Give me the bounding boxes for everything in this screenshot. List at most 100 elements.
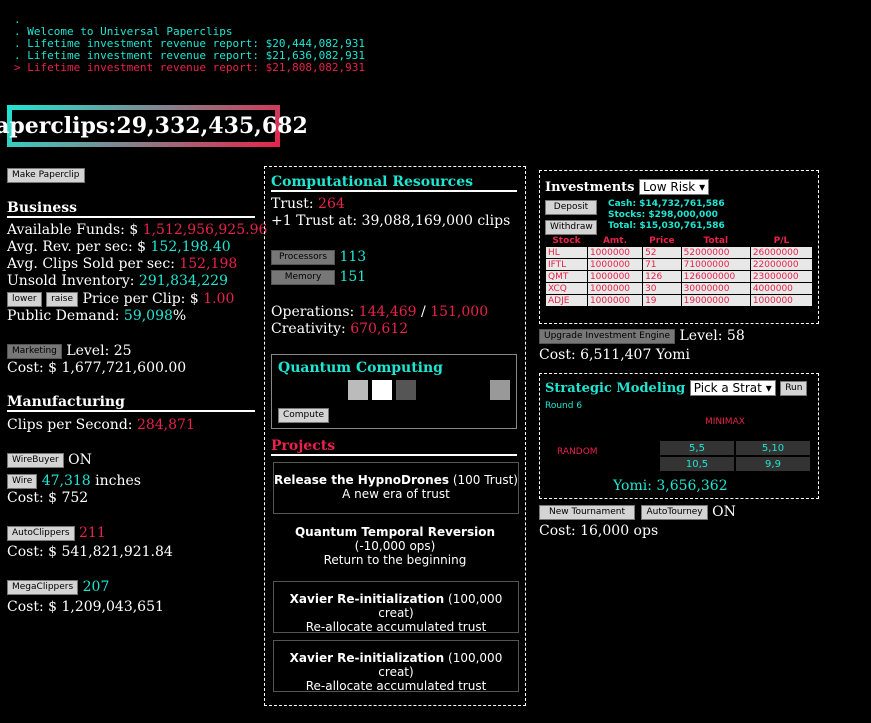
megaclippers-count: 207: [82, 579, 110, 595]
risk-select[interactable]: Low Risk ▾: [638, 179, 710, 195]
creativity-value: 670,612: [350, 321, 409, 337]
random-label: RANDOM: [557, 447, 598, 457]
price-row: lower raise Price per Clip: $ 1.00: [7, 291, 234, 307]
upgrade-cost: Cost: 6,511,407 Yomi: [539, 347, 691, 363]
raise-price-button[interactable]: raise: [46, 291, 79, 307]
table-row: IFTL 1000000 71 71000000 22000000: [545, 258, 814, 271]
project-name: Xavier Re-initialization: [289, 592, 445, 606]
stocks-value: Stocks: $298,000,000: [608, 210, 718, 220]
yomi-row: Yomi: 3,656,362: [613, 478, 728, 494]
tournament-row: New Tournament AutoTourney ON: [539, 504, 736, 520]
project-card[interactable]: Quantum Temporal Reversion (-10,000 ops)…: [273, 522, 517, 572]
processors-value: 113: [339, 249, 367, 265]
wirebuyer-row: WireBuyer ON: [7, 452, 92, 468]
memory-button[interactable]: Memory: [271, 269, 335, 285]
public-demand: Public Demand: 59,098%: [7, 308, 187, 324]
make-paperclip-button[interactable]: Make Paperclip: [7, 167, 85, 183]
project-desc: A new era of trust: [342, 487, 450, 501]
project-desc: Re-allocate accumulated trust: [305, 679, 487, 693]
marketing-row: Marketing Level: 25: [7, 343, 132, 359]
paperclip-counter: Paperclips: 29,332,435,682: [0, 105, 308, 147]
grid-row: 5,5 5,10: [660, 441, 810, 455]
withdraw-button[interactable]: Withdraw: [545, 219, 597, 235]
unsold-value: 291,834,229: [138, 273, 228, 289]
console-log: . . Welcome to Universal Paperclips . Li…: [14, 14, 365, 74]
business-divider: [7, 216, 255, 218]
autotourney-button[interactable]: AutoTourney: [641, 504, 708, 520]
paperclip-count: 29,332,435,682: [116, 113, 308, 139]
business-title: Business: [7, 200, 78, 216]
autoclippers-button[interactable]: AutoClippers: [7, 525, 75, 541]
qchip: [396, 380, 416, 400]
upgrade-investment-engine-button[interactable]: Upgrade Investment Engine: [539, 328, 676, 344]
computational-title: Computational Resources: [271, 174, 473, 190]
payoff-cell: 5,5: [660, 441, 734, 455]
available-funds: Available Funds: $ 1,512,956,925.96: [7, 222, 268, 238]
project-name: Xavier Re-initialization: [289, 651, 445, 665]
column-header: Stock: [552, 236, 581, 246]
column-header: Total: [703, 236, 729, 246]
wire-button[interactable]: Wire: [7, 473, 38, 489]
manufacturing-divider: [7, 410, 255, 412]
price-value: 1.00: [203, 291, 235, 307]
project-card[interactable]: Release the HypnoDrones (100 Trust) A ne…: [273, 462, 519, 514]
megaclippers-button[interactable]: MegaClippers: [7, 579, 79, 595]
paperclip-label: Paperclips:: [0, 113, 117, 139]
yomi-value: 3,656,362: [656, 478, 728, 494]
run-button[interactable]: Run: [780, 380, 808, 396]
megaclippers-row: MegaClippers 207: [7, 579, 109, 595]
processors-row: Processors 113: [271, 249, 366, 265]
strategy-select[interactable]: Pick a Strat ▾: [689, 380, 776, 396]
chevron-down-icon: ▾: [765, 381, 772, 395]
unsold-inventory: Unsold Inventory: 291,834,229: [7, 273, 228, 289]
trust-value: 264: [318, 196, 345, 212]
investment-level: Level: 58: [679, 328, 745, 344]
project-card[interactable]: Xavier Re-initialization (100,000 creat)…: [273, 640, 519, 693]
next-trust: +1 Trust at: 39,088,169,000 clips: [271, 213, 511, 229]
table-row: HL 1000000 52 52000000 26000000: [545, 246, 814, 259]
marketing-cost: Cost: $ 1,677,721,600.00: [7, 360, 187, 376]
ops-max: 151,000: [430, 304, 489, 320]
column-header: P/L: [773, 236, 790, 246]
autoclippers-count: 211: [79, 525, 106, 541]
autoclippers-cost: Cost: $ 541,821,921.84: [7, 544, 173, 560]
lower-price-button[interactable]: lower: [7, 291, 42, 307]
qchip: [490, 380, 510, 400]
cash-value: Cash: $14,732,761,586: [608, 199, 725, 209]
autotourney-state: ON: [712, 504, 736, 520]
operations-row: Operations: 144,469 / 151,000: [271, 304, 489, 320]
ops-value: 144,469: [358, 304, 417, 320]
grid-row: 10,5 9,9: [660, 457, 810, 471]
megaclippers-cost: Cost: $ 1,209,043,651: [7, 599, 164, 615]
upgrade-row: Upgrade Investment Engine Level: 58: [539, 328, 745, 344]
avg-clips-sold: Avg. Clips Sold per sec: 152,198: [7, 256, 238, 272]
trust-row: Trust: 264: [271, 196, 345, 212]
qchip: [348, 380, 368, 400]
strategic-modeling-title: Strategic Modeling: [545, 381, 686, 396]
wire-row: Wire 47,318 inches: [7, 473, 141, 489]
wirebuyer-button[interactable]: WireBuyer: [7, 452, 64, 468]
project-desc: Return to the beginning: [323, 553, 467, 567]
marketing-button[interactable]: Marketing: [7, 343, 62, 359]
wire-value: 47,318: [41, 473, 91, 489]
compute-button[interactable]: Compute: [278, 407, 330, 423]
console-line-latest: > Lifetime investment revenue report: $2…: [14, 61, 365, 74]
project-name: Quantum Temporal Reversion: [294, 525, 496, 539]
processors-button[interactable]: Processors: [271, 249, 335, 265]
project-card[interactable]: Xavier Re-initialization (100,000 creat)…: [273, 581, 519, 634]
table-row: XCQ 1000000 30 30000000 4000000: [545, 282, 814, 295]
avg-revenue: Avg. Rev. per sec: $ 152,198.40: [7, 239, 231, 255]
column-header: Price: [649, 236, 675, 246]
computational-panel: Computational Resources Trust: 264 +1 Tr…: [264, 166, 526, 706]
deposit-button[interactable]: Deposit: [545, 199, 597, 215]
project-desc: Re-allocate accumulated trust: [305, 620, 487, 634]
strategic-modeling-panel: Strategic Modeling Pick a Strat ▾ Run Ro…: [539, 373, 819, 499]
payoff-cell: 10,5: [660, 457, 734, 471]
projects-title: Projects: [271, 438, 336, 454]
projects-divider: [271, 454, 517, 456]
investments-panel: Investments Low Risk ▾ Deposit Withdraw …: [539, 170, 819, 324]
quantum-panel: Quantum Computing Compute: [271, 354, 517, 429]
wire-cost: Cost: $ 752: [7, 490, 89, 506]
memory-value: 151: [339, 269, 367, 285]
new-tournament-button[interactable]: New Tournament: [539, 504, 635, 520]
